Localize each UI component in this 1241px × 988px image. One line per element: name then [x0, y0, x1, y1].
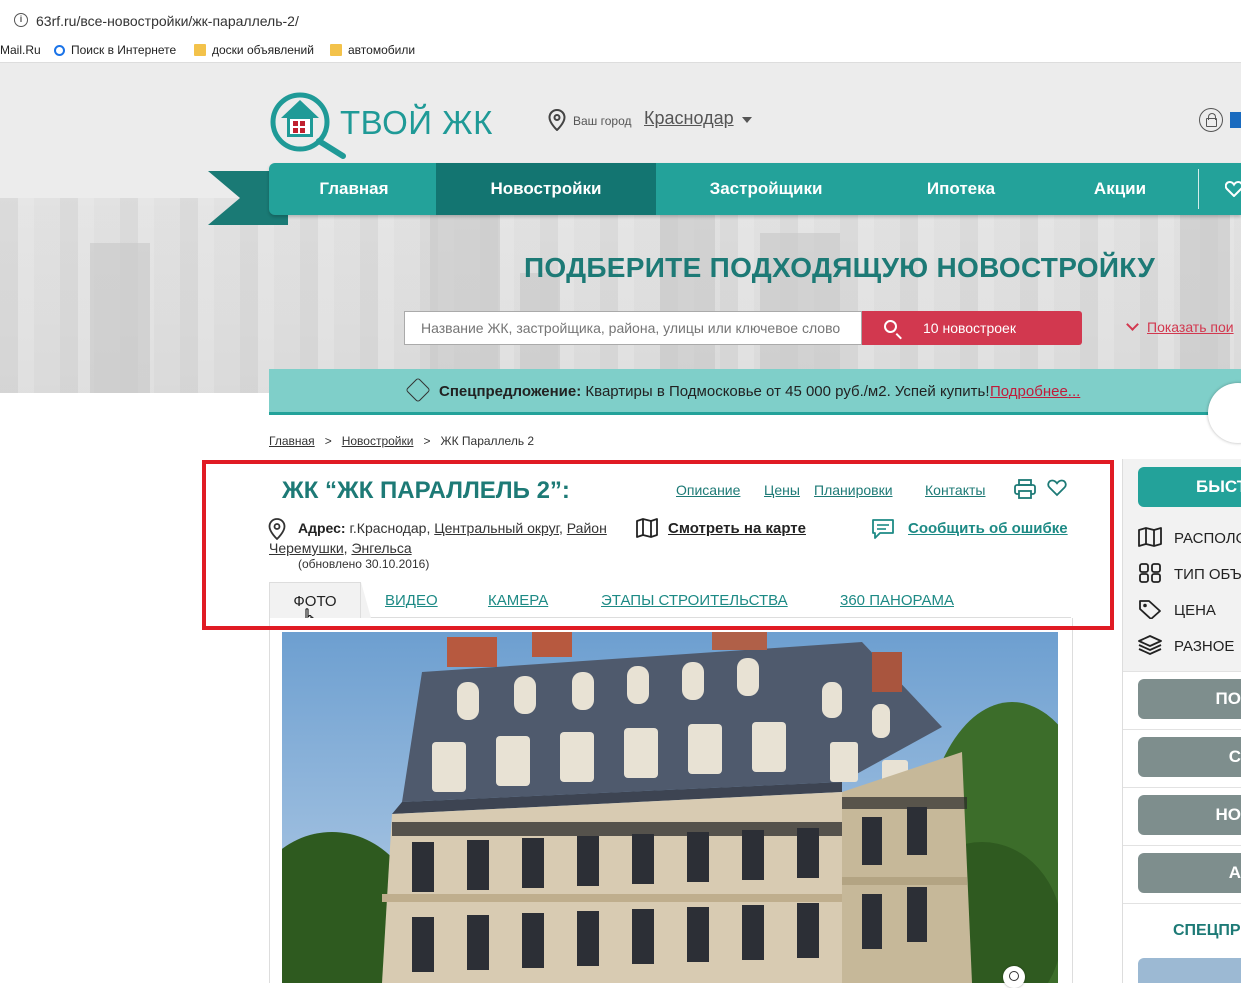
- filter-label: РАСПОЛО: [1174, 530, 1241, 547]
- sidebar-button-2[interactable]: С: [1138, 737, 1241, 777]
- breadcrumb-separator: >: [423, 434, 431, 448]
- bookmark-search[interactable]: Поиск в Интернете: [54, 43, 176, 57]
- filter-label: РАЗНОЕ: [1174, 638, 1235, 655]
- city-skyline: [0, 193, 1241, 393]
- price-tag-icon: [1139, 600, 1161, 619]
- nav-item-developers[interactable]: Застройщики: [666, 163, 866, 215]
- nav-item-promotions[interactable]: Акции: [1059, 163, 1181, 215]
- special-offer-banner: Спецпредложение: Квартиры в Подмосковье …: [269, 369, 1241, 415]
- filter-object-type[interactable]: ТИП ОБЪ: [1138, 563, 1241, 583]
- nav-item-new-buildings[interactable]: Новостройки: [436, 163, 656, 215]
- breadcrumb-new-buildings[interactable]: Новостройки: [342, 434, 414, 448]
- bookmark-label: Поиск в Интернете: [71, 43, 177, 57]
- building-photo[interactable]: [282, 632, 1058, 983]
- sidebar-special-title: СПЕЦПР: [1173, 922, 1241, 939]
- city-selector[interactable]: Краснодар: [644, 108, 734, 129]
- search-icon: [884, 320, 897, 333]
- show-more-label: Показать пои: [1147, 319, 1234, 335]
- logo-icon[interactable]: [268, 90, 348, 160]
- main-nav: Главная Новостройки Застройщики Ипотека …: [269, 163, 1241, 215]
- lock-icon[interactable]: [1199, 108, 1223, 132]
- search-icon: [54, 45, 65, 56]
- search-button[interactable]: 10 новостроек: [862, 311, 1082, 345]
- bookmark-ads[interactable]: доски объявлений: [194, 43, 314, 57]
- nav-item-home[interactable]: Главная: [289, 163, 419, 215]
- address-bar[interactable]: i 63rf.ru/все-новостройки/жк-параллель-2…: [0, 0, 1241, 39]
- folder-icon: [194, 44, 206, 56]
- url-text[interactable]: 63rf.ru/все-новостройки/жк-параллель-2/: [36, 13, 299, 29]
- filter-misc[interactable]: РАЗНОЕ: [1138, 635, 1241, 655]
- caret-down-icon[interactable]: [742, 117, 752, 123]
- skyline-building: [1180, 193, 1230, 393]
- filter-location[interactable]: РАСПОЛО: [1138, 527, 1241, 547]
- skyline-building: [90, 243, 150, 393]
- grid-icon: [1139, 563, 1161, 583]
- chevron-down-icon: [1126, 318, 1139, 331]
- breadcrumb-separator: >: [324, 434, 332, 448]
- building-image: [282, 632, 1058, 983]
- skyline-building: [660, 203, 715, 393]
- layers-icon: [1138, 635, 1162, 655]
- map-icon: [1138, 527, 1162, 547]
- show-more-link[interactable]: Показать пои: [1126, 318, 1234, 335]
- heart-icon[interactable]: [1225, 181, 1241, 197]
- city-label: Ваш город: [573, 114, 632, 128]
- special-offer-more-link[interactable]: Подробнее...: [990, 383, 1080, 400]
- skyline-building: [430, 213, 500, 393]
- breadcrumb: Главная > Новостройки > ЖК Параллель 2: [269, 434, 534, 448]
- highlight-box: [202, 460, 1114, 630]
- folder-icon: [330, 44, 342, 56]
- bookmarks-bar: Mail.Ru Поиск в Интернете доски объявлен…: [0, 38, 1241, 63]
- special-offer-label: Спецпредложение:: [439, 383, 582, 400]
- bookmark-cars[interactable]: автомобили: [330, 43, 415, 57]
- special-offer-text: Спецпредложение: Квартиры в Подмосковье …: [439, 383, 990, 400]
- filter-label: ЦЕНА: [1174, 602, 1216, 619]
- nav-divider: [1198, 169, 1199, 209]
- filter-label: ТИП ОБЪ: [1174, 566, 1241, 583]
- logo-text[interactable]: ТВОЙ ЖК: [340, 104, 493, 142]
- sidebar-button-4[interactable]: А: [1138, 853, 1241, 893]
- special-offer-body: Квартиры в Подмосковье от 45 000 руб./м2…: [581, 383, 990, 400]
- info-icon[interactable]: i: [14, 13, 28, 27]
- social-button[interactable]: [1230, 112, 1241, 128]
- bookmark-label: Mail.Ru: [0, 43, 41, 57]
- bookmark-mailru[interactable]: Mail.Ru: [0, 43, 41, 57]
- location-pin-icon: [548, 109, 566, 131]
- search-button-label: 10 новостроек: [923, 320, 1016, 336]
- breadcrumb-current: ЖК Параллель 2: [440, 434, 535, 448]
- zoom-icon[interactable]: [1003, 966, 1025, 988]
- special-offer-thumbnail[interactable]: [1138, 958, 1241, 983]
- sidebar-button-3[interactable]: НО: [1138, 795, 1241, 835]
- discount-tag-icon: [405, 377, 431, 403]
- quick-search-button[interactable]: БЫСТ: [1138, 467, 1241, 507]
- sidebar-button-1[interactable]: ПО: [1138, 679, 1241, 719]
- bookmark-label: автомобили: [348, 43, 416, 57]
- breadcrumb-home[interactable]: Главная: [269, 434, 315, 448]
- page-heading: ПОДБЕРИТЕ ПОДХОДЯЩУЮ НОВОСТРОЙКУ: [524, 252, 1156, 283]
- filter-price[interactable]: ЦЕНА: [1138, 599, 1241, 619]
- bookmark-label: доски объявлений: [212, 43, 314, 57]
- nav-item-mortgage[interactable]: Ипотека: [881, 163, 1041, 215]
- search-input[interactable]: [404, 311, 862, 345]
